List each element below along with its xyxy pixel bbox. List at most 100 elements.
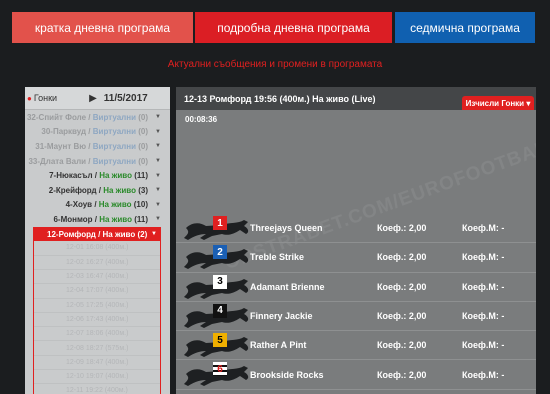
odds-m-value[interactable]: Коеф.М: - xyxy=(462,282,504,292)
calculate-races-label: Изчисли Гонки xyxy=(465,98,525,108)
race-type: На живо xyxy=(98,200,132,210)
caret-down-icon: ▼ xyxy=(155,201,161,208)
runner-row[interactable]: 6 Brookside Rocks Коеф.: 2,00 Коеф.М: - xyxy=(176,360,536,390)
race-type: На живо xyxy=(103,185,136,195)
odds-value[interactable]: Коеф.: 2,00 xyxy=(377,282,426,292)
weekly-program-button[interactable]: седмична програма xyxy=(395,12,535,43)
race-list-item[interactable]: 12-10 19:07 (400м.) xyxy=(34,370,160,385)
race-count: (0) xyxy=(138,141,148,151)
odds-value[interactable]: Коеф.: 2,00 xyxy=(377,340,426,350)
race-list-item[interactable]: 12-11 19:22 (400м.) xyxy=(34,384,160,394)
odds-m-value[interactable]: Коеф.М: - xyxy=(462,223,504,233)
trap-number: 5 xyxy=(213,333,227,348)
track-name: 31-Маунт Вю / xyxy=(35,141,91,151)
trap-number: 2 xyxy=(213,245,227,260)
date-label: 11/5/2017 xyxy=(103,92,148,104)
runner-name: Treble Strike xyxy=(250,252,305,263)
track-name: 4-Хоув / xyxy=(65,200,97,210)
race-count: (11) xyxy=(134,214,148,224)
runner-row[interactable]: 4 Finnery Jackie Коеф.: 2,00 Коеф.М: - xyxy=(176,302,536,332)
detailed-program-button[interactable]: подробна дневна програма xyxy=(195,12,392,43)
race-count: (10) xyxy=(133,200,148,210)
odds-value[interactable]: Коеф.: 2,00 xyxy=(377,252,426,262)
race-count: (0) xyxy=(138,112,148,122)
races-sidebar: ● Гонки ▶ 11/5/2017 32-Спийт Фоле / Вирт… xyxy=(25,87,170,394)
race-type: На живо xyxy=(99,171,132,181)
race-type: Виртуални xyxy=(92,112,136,122)
sidebar-item[interactable]: 6-Монмор / На живо (11) ▼ xyxy=(25,212,170,227)
calculate-races-button[interactable]: Изчисли Гонки ▾ xyxy=(462,96,534,110)
odds-m-value[interactable]: Коеф.М: - xyxy=(462,370,504,380)
caret-down-icon: ▼ xyxy=(155,128,161,135)
sidebar-item[interactable]: 4-Хоув / На живо (10) ▼ xyxy=(25,198,170,213)
track-name: 33-Длата Вали / xyxy=(28,156,91,166)
race-type: Виртуални xyxy=(92,127,136,137)
race-panel: 12-13 Ромфорд 19:56 (400м.) На живо (Liv… xyxy=(176,87,536,394)
sidebar-item[interactable]: 7-Нюкасъл / На живо (11) ▼ xyxy=(25,168,170,183)
race-list-item[interactable]: 12-08 18:27 (575м.) xyxy=(34,341,160,356)
race-count: (3) xyxy=(138,185,148,195)
race-header: 12-13 Ромфорд 19:56 (400м.) На живо (Liv… xyxy=(176,87,536,110)
race-list-item[interactable]: 12-02 16:27 (400м.) xyxy=(34,256,160,270)
sidebar-item[interactable]: 30-Парквуд / Виртуални (0) ▼ xyxy=(25,125,170,140)
sidebar-item[interactable]: 31-Маунт Вю / Виртуални (0) ▼ xyxy=(25,139,170,154)
runner-name: Threejays Queen xyxy=(250,223,323,234)
race-list-item[interactable]: 12-01 16:08 (400м.) xyxy=(34,241,160,256)
race-timer: 00:08:36 xyxy=(185,115,218,124)
race-list-item[interactable]: 12-05 17:25 (400м.) xyxy=(34,299,160,313)
track-name: 6-Монмор / xyxy=(53,214,97,224)
race-title: 12-13 Ромфорд 19:56 (400м.) На живо (Liv… xyxy=(184,93,376,104)
bullet-icon: ● xyxy=(27,93,32,103)
race-count: (0) xyxy=(138,156,148,166)
track-name: 32-Спийт Фоле / xyxy=(26,112,91,122)
play-icon[interactable]: ▶ xyxy=(89,93,97,104)
sidebar-item[interactable]: 2-Крейфорд / На живо (3) ▼ xyxy=(25,183,170,198)
track-name: 30-Парквуд / xyxy=(41,127,91,137)
trap-number: 6 xyxy=(213,362,227,377)
caret-down-icon: ▼ xyxy=(155,158,161,165)
runner-name: Rather A Pint xyxy=(250,340,307,351)
sidebar-item[interactable]: 32-Спийт Фоле / Виртуални (0) ▼ xyxy=(25,110,170,125)
announcements-link[interactable]: Актуални съобщения и промени в програмат… xyxy=(0,59,550,70)
race-type: Виртуални xyxy=(92,156,136,166)
track-name: 2-Крейфорд / xyxy=(48,185,101,195)
race-list-item[interactable]: 12-04 17:07 (400м.) xyxy=(34,284,160,299)
trap-number: 4 xyxy=(213,303,227,318)
caret-down-icon: ▼ xyxy=(155,114,161,121)
race-list-item[interactable]: 12-06 17:43 (400м.) xyxy=(34,313,160,328)
race-list-item[interactable]: 12-07 18:06 (400м.) xyxy=(34,327,160,342)
odds-m-value[interactable]: Коеф.М: - xyxy=(462,311,504,321)
trap-number: 1 xyxy=(213,216,227,230)
odds-value[interactable]: Коеф.: 2,00 xyxy=(377,370,426,380)
runner-list: 1 Threejays Queen Коеф.: 2,00 Коеф.М: - 2 Tre… xyxy=(176,214,536,390)
race-type: На живо xyxy=(99,214,132,224)
race-count: (0) xyxy=(138,127,148,137)
runner-name: Brookside Rocks xyxy=(250,369,324,380)
races-label: Гонки xyxy=(33,93,58,103)
runner-row[interactable]: 5 Rather A Pint Коеф.: 2,00 Коеф.М: - xyxy=(176,331,536,361)
odds-value[interactable]: Коеф.: 2,00 xyxy=(377,311,426,321)
caret-down-icon: ▼ xyxy=(155,216,161,223)
race-type: Виртуални xyxy=(92,141,136,151)
race-list: 12-01 16:08 (400м.) 12-02 16:27 (400м.) 12… xyxy=(33,241,161,394)
odds-value[interactable]: Коеф.: 2,00 xyxy=(377,223,426,233)
race-list-item[interactable]: 12-09 18:47 (400м.) xyxy=(34,356,160,371)
caret-down-icon: ▼ xyxy=(151,231,157,238)
caret-down-icon: ▼ xyxy=(155,187,161,194)
short-program-button[interactable]: кратка дневна програма xyxy=(12,12,193,43)
caret-down-icon: ▼ xyxy=(155,143,161,150)
sidebar-item[interactable]: 33-Длата Вали / Виртуални (0) ▼ xyxy=(25,154,170,169)
sidebar-header: ● Гонки ▶ 11/5/2017 xyxy=(25,87,170,110)
runner-row[interactable]: 1 Threejays Queen Коеф.: 2,00 Коеф.М: - xyxy=(176,214,536,244)
sidebar-item-label: 12-Ромфорд / На живо (2) xyxy=(47,229,148,239)
race-count: (11) xyxy=(134,171,148,181)
trap-number: 3 xyxy=(213,274,227,289)
odds-m-value[interactable]: Коеф.М: - xyxy=(462,340,504,350)
race-list-item[interactable]: 12-03 16:47 (400м.) xyxy=(34,270,160,285)
track-name: 7-Нюкасъл / xyxy=(49,171,97,181)
runner-name: Finnery Jackie xyxy=(250,311,313,322)
odds-m-value[interactable]: Коеф.М: - xyxy=(462,252,504,262)
runner-row[interactable]: 2 Treble Strike Коеф.: 2,00 Коеф.М: - xyxy=(176,243,536,273)
runner-row[interactable]: 3 Adamant Brienne Коеф.: 2,00 Коеф.М: - xyxy=(176,273,536,302)
sidebar-item-romford[interactable]: 12-Ромфорд / На живо (2) ▼ xyxy=(33,226,161,242)
